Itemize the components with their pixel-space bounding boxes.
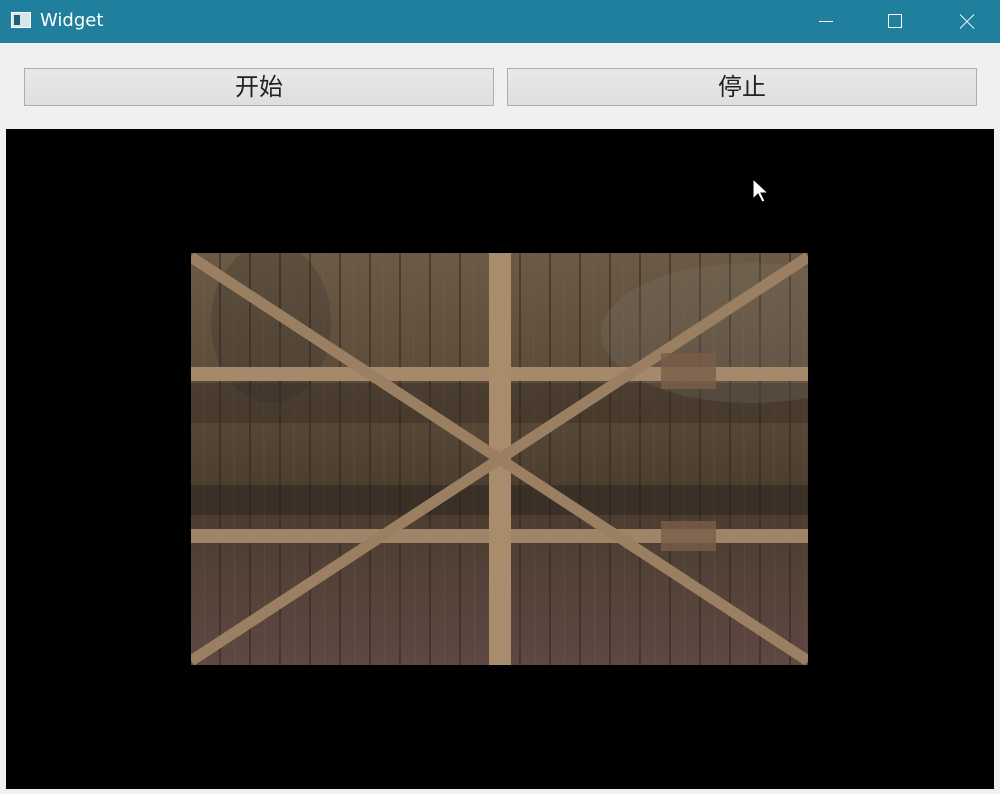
window-title: Widget [40,10,104,31]
button-bar: 开始 停止 [0,43,1000,129]
window-bottom-edge [0,789,1000,794]
start-button[interactable]: 开始 [24,68,494,106]
maximize-button[interactable] [860,0,930,43]
stop-button[interactable]: 停止 [507,68,977,106]
title-bar[interactable]: Widget [0,0,1000,43]
wooden-ceiling-video-frame [191,253,808,665]
app-window-icon [11,12,31,28]
close-button[interactable] [930,0,1000,43]
video-frame-image [191,253,808,665]
mouse-cursor-icon [752,178,770,203]
minimize-button[interactable] [790,0,860,43]
video-display [6,129,994,789]
